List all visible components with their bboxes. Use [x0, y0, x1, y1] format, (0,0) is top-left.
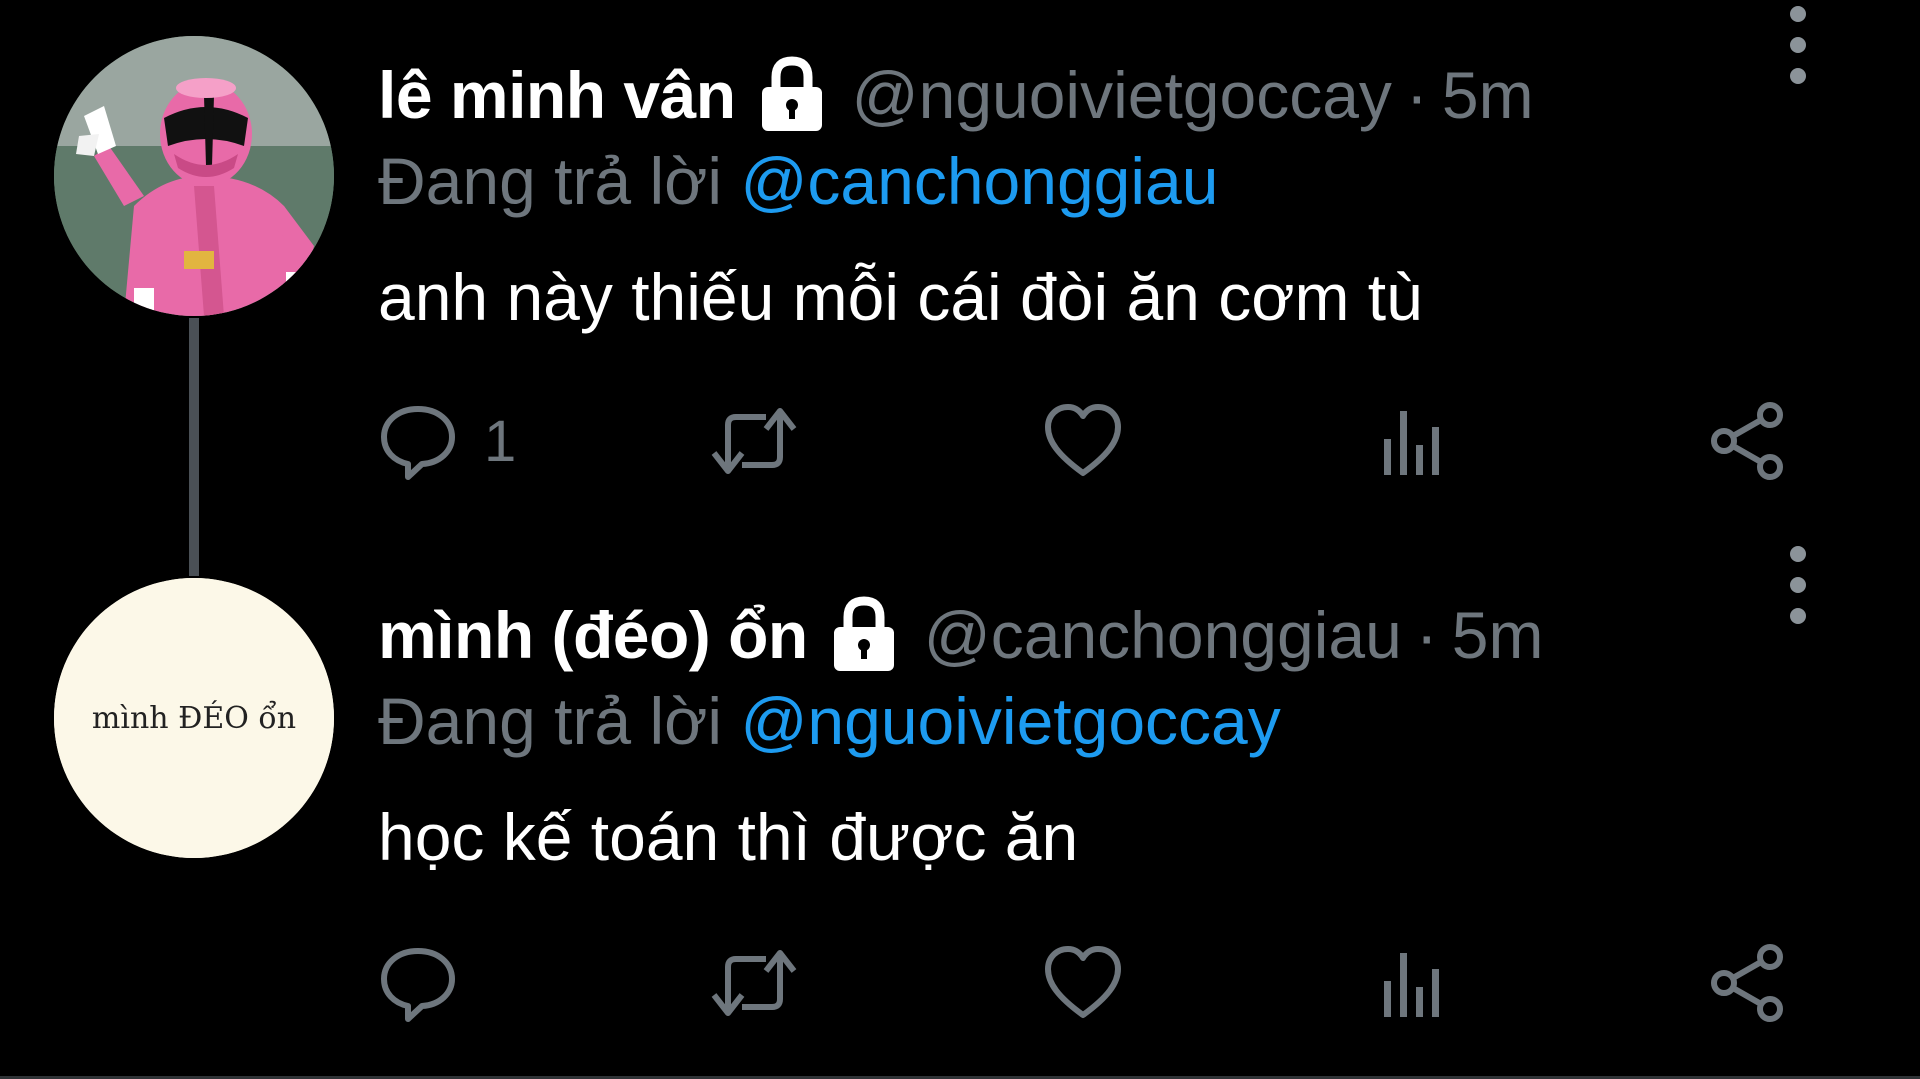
replying-to-label: Đang trả lời [378, 684, 723, 758]
more-options-button[interactable] [1778, 544, 1818, 626]
replying-to-label: Đang trả lời [378, 144, 723, 218]
views-button[interactable] [1378, 938, 1448, 1028]
timestamp[interactable]: 5m [1442, 57, 1534, 133]
tweet-header: lê minh vân @nguoivietgoccay · 5m [378, 50, 1920, 140]
separator-dot: · [1415, 598, 1438, 672]
lock-icon [828, 595, 900, 675]
retweet-arrows-icon [711, 950, 797, 1016]
retweet-button[interactable] [708, 396, 800, 486]
retweet-button[interactable] [708, 938, 800, 1028]
pink-ranger-avatar-image [54, 36, 334, 316]
reply-context: Đang trả lời @nguoivietgoccay [378, 680, 1920, 762]
views-button[interactable] [1378, 396, 1448, 486]
tweet[interactable]: lê minh vân @nguoivietgoccay · 5m Đang t… [0, 0, 1920, 540]
share-button[interactable] [1708, 938, 1788, 1028]
like-button[interactable] [1042, 938, 1124, 1028]
reply-count: 1 [484, 408, 517, 474]
share-nodes-icon [1711, 944, 1783, 1022]
tweet-header: mình (đéo) ổn @canchonggiau · 5m [378, 590, 1920, 680]
tweet[interactable]: mình ĐÉO ổn mình (đéo) ổn @canchonggiau … [0, 540, 1920, 1079]
avatar-text: mình ĐÉO ổn [92, 700, 296, 736]
heart-outline-icon [1045, 946, 1121, 1018]
speech-bubble-icon [381, 406, 455, 480]
bar-chart-icon [1384, 411, 1439, 475]
lock-icon [756, 55, 828, 135]
reply-mention-link[interactable]: @nguoivietgoccay [740, 684, 1280, 758]
tweet-actions: 1 [378, 396, 1798, 496]
avatar[interactable] [54, 36, 334, 316]
reply-button[interactable] [378, 938, 484, 1028]
share-button[interactable] [1708, 396, 1788, 486]
vertical-ellipsis-icon [1790, 6, 1806, 84]
tweet-content: mình (đéo) ổn @canchonggiau · 5m Đang tr… [378, 590, 1920, 882]
heart-outline-icon [1045, 404, 1121, 476]
reply-button[interactable]: 1 [378, 396, 516, 486]
tweet-actions [378, 938, 1798, 1038]
user-handle[interactable]: @canchonggiau [924, 597, 1402, 673]
display-name[interactable]: lê minh vân [378, 57, 736, 133]
text-avatar-image: mình ĐÉO ổn [54, 578, 334, 858]
vertical-ellipsis-icon [1790, 546, 1806, 624]
reply-context: Đang trả lời @canchonggiau [378, 140, 1920, 222]
bar-chart-icon [1384, 953, 1439, 1017]
share-nodes-icon [1711, 402, 1783, 480]
like-button[interactable] [1042, 396, 1124, 486]
tweet-text: anh này thiếu mỗi cái đòi ăn cơm tù [378, 260, 1423, 334]
display-name[interactable]: mình (đéo) ổn [378, 597, 808, 673]
timestamp[interactable]: 5m [1452, 597, 1544, 673]
user-handle[interactable]: @nguoivietgoccay [852, 57, 1392, 133]
retweet-arrows-icon [711, 408, 797, 474]
reply-mention-link[interactable]: @canchonggiau [740, 144, 1218, 218]
tweet-content: lê minh vân @nguoivietgoccay · 5m Đang t… [378, 50, 1920, 342]
tweet-text: học kế toán thì được ăn [378, 800, 1079, 874]
conversation-thread: lê minh vân @nguoivietgoccay · 5m Đang t… [0, 0, 1920, 1079]
separator-dot: · [1405, 58, 1428, 132]
speech-bubble-icon [381, 948, 455, 1022]
more-options-button[interactable] [1778, 4, 1818, 86]
avatar[interactable]: mình ĐÉO ổn [54, 578, 334, 858]
